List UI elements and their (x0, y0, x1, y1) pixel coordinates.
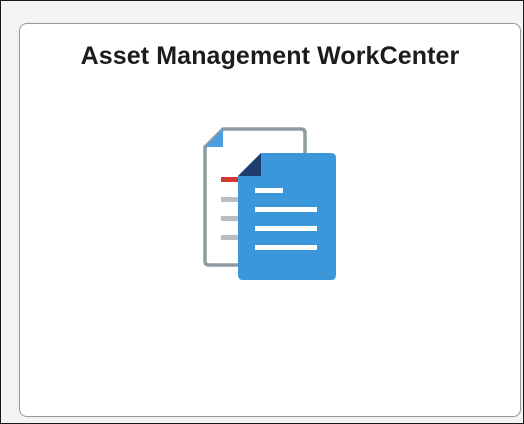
front-document (238, 153, 336, 280)
tile-title: Asset Management WorkCenter (80, 42, 460, 70)
screen-frame: Asset Management WorkCenter (0, 0, 524, 424)
workcenter-tile[interactable]: Asset Management WorkCenter (19, 23, 521, 417)
documents-icon (203, 127, 336, 280)
